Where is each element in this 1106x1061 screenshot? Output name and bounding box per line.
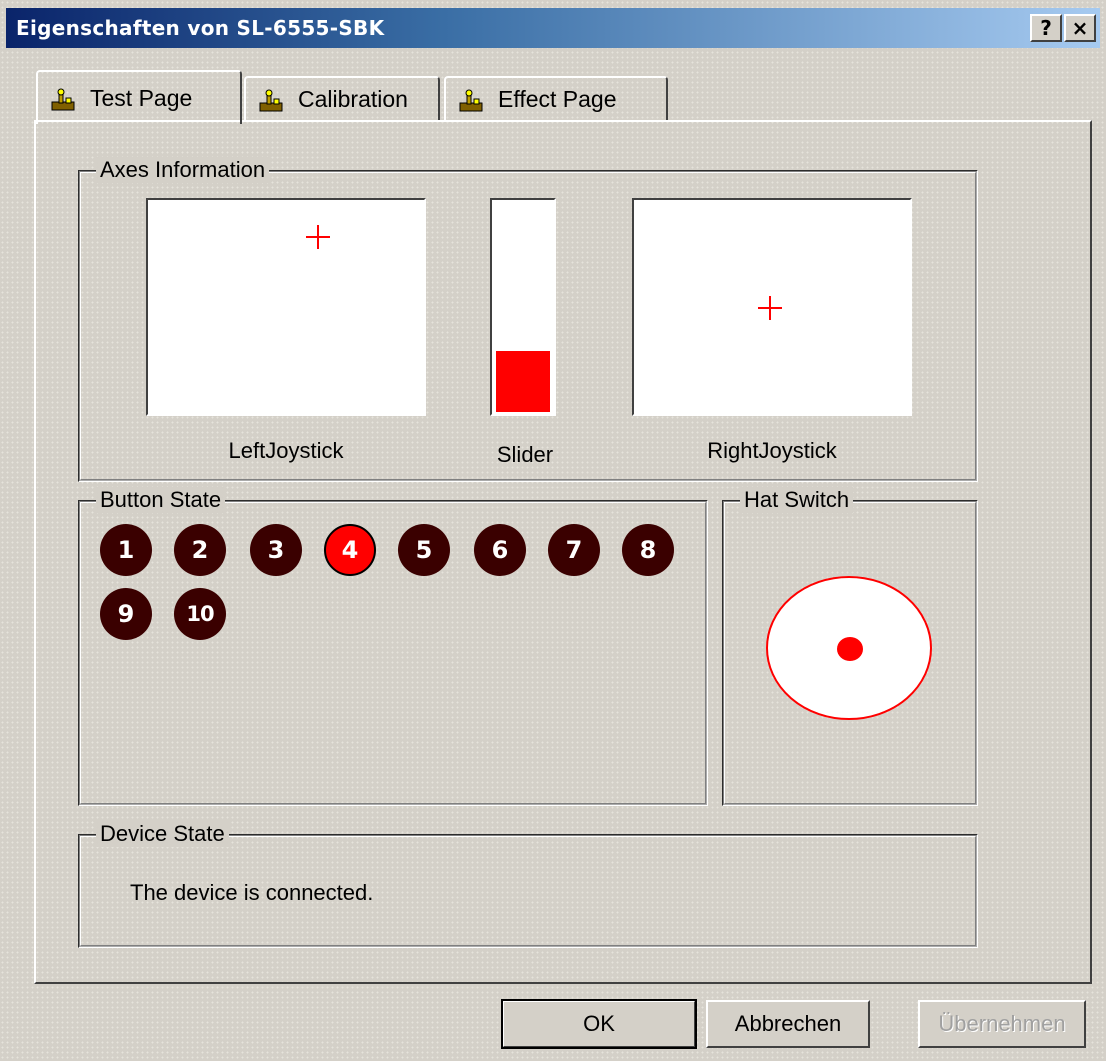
tab-label: Effect Page (498, 86, 617, 112)
tab-label: Calibration (298, 86, 408, 112)
hat-switch-indicator (766, 576, 932, 720)
joystick-icon (259, 89, 283, 112)
device-state-label: Device State (96, 821, 229, 847)
joystick-icon (459, 89, 483, 112)
left-joystick-label: LeftJoystick (228, 438, 344, 463)
right-joystick-area (632, 198, 912, 416)
joystick-button-indicator: 5 (398, 524, 450, 576)
joystick-button-indicator: 4 (324, 524, 376, 576)
slider-fill (496, 351, 550, 412)
ok-button[interactable]: OK (501, 999, 697, 1049)
left-joystick-area (146, 198, 426, 416)
joystick-button-indicator: 1 (100, 524, 152, 576)
joystick-button-indicator: 8 (622, 524, 674, 576)
joystick-button-indicator: 7 (548, 524, 600, 576)
right-joystick-crosshair (758, 296, 782, 320)
help-button[interactable]: ? (1030, 14, 1062, 42)
tab-test-page[interactable]: Test Page (36, 70, 242, 124)
title-bar[interactable]: Eigenschaften von SL-6555-SBK ? × (6, 8, 1100, 48)
tab-label: Test Page (90, 85, 193, 111)
slider-label: Slider (496, 442, 554, 467)
joystick-button-indicator: 2 (174, 524, 226, 576)
hat-switch-position-dot (837, 637, 863, 661)
hat-switch-label: Hat Switch (740, 487, 854, 513)
tab-calibration[interactable]: Calibration (244, 76, 440, 122)
close-button[interactable]: × (1064, 14, 1096, 42)
slider-area (490, 198, 556, 416)
window-title: Eigenschaften von SL-6555-SBK (16, 16, 385, 40)
apply-button[interactable]: Übernehmen (918, 1000, 1086, 1048)
joystick-button-indicator: 10 (174, 588, 226, 640)
right-joystick-label: RightJoystick (707, 438, 837, 463)
cancel-button[interactable]: Abbrechen (706, 1000, 870, 1048)
axes-information-label: Axes Information (96, 157, 270, 183)
device-state-message: The device is connected. (130, 880, 374, 905)
joystick-icon (51, 88, 75, 111)
button-state-group: Button State (78, 487, 708, 806)
joystick-button-indicator: 9 (100, 588, 152, 640)
left-joystick-crosshair (306, 225, 330, 249)
joystick-button-indicator: 6 (474, 524, 526, 576)
tab-effect-page[interactable]: Effect Page (444, 76, 668, 122)
button-state-label: Button State (96, 487, 226, 513)
joystick-button-indicator: 3 (250, 524, 302, 576)
